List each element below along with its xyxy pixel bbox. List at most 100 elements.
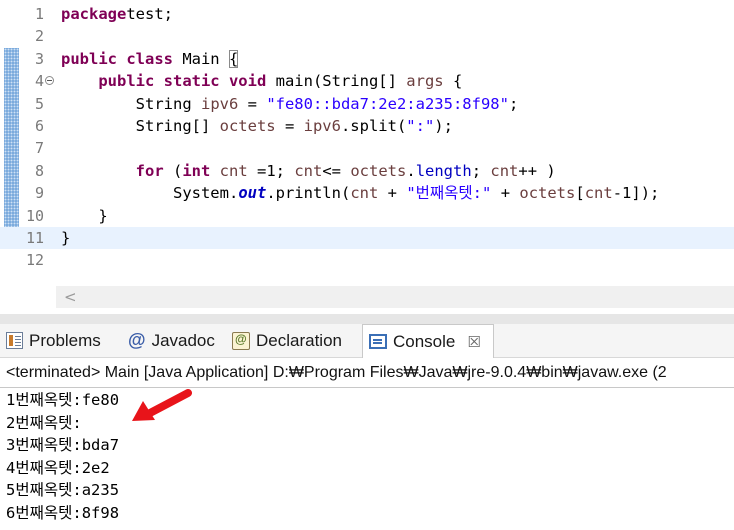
tab-problems-label: Problems bbox=[29, 330, 101, 350]
code-token: for bbox=[135, 161, 164, 180]
horizontal-scrollbar[interactable]: < bbox=[56, 286, 734, 308]
code-line[interactable]: 8 for (int cnt =1; cnt<= octets.length; … bbox=[0, 160, 734, 182]
line-number: 5 bbox=[34, 94, 44, 113]
code-token: cnt bbox=[584, 184, 613, 203]
code-text: } bbox=[61, 227, 70, 249]
code-line[interactable]: 1 packagetest; bbox=[0, 3, 734, 25]
code-token: length bbox=[415, 161, 472, 180]
tab-console-label: Console bbox=[393, 331, 456, 351]
code-token: ++ ) bbox=[518, 161, 556, 180]
code-token: package bbox=[61, 5, 127, 23]
code-line[interactable]: 3 public class Main { bbox=[0, 48, 734, 70]
line-number: 10 bbox=[25, 206, 44, 225]
console-view[interactable]: <terminated> Main [Java Application] D:₩… bbox=[0, 358, 734, 530]
code-token: } bbox=[61, 206, 108, 225]
console-output-line: 2번째옥텟: bbox=[6, 413, 82, 432]
line-number: 2 bbox=[34, 27, 44, 46]
scroll-left-icon[interactable]: < bbox=[64, 286, 77, 308]
code-line[interactable]: 7 bbox=[0, 137, 734, 159]
code-token: + bbox=[378, 184, 407, 203]
tab-console[interactable]: Console ☒ bbox=[362, 324, 494, 358]
code-token: public class bbox=[61, 49, 173, 68]
code-text: System.out.println(cnt + "번째옥텟:" + octet… bbox=[61, 182, 659, 204]
line-number: 6 bbox=[34, 116, 44, 135]
code-token: .println( bbox=[266, 184, 351, 203]
code-token: .split( bbox=[340, 116, 407, 135]
console-output-line: 3번째옥텟:bda7 bbox=[6, 436, 120, 454]
tab-declaration[interactable]: Declaration bbox=[232, 324, 342, 357]
code-token: octets bbox=[350, 161, 407, 180]
code-token: ipv6 bbox=[303, 116, 341, 135]
code-token: System. bbox=[61, 184, 239, 203]
console-icon bbox=[369, 334, 387, 349]
line-number: 11 bbox=[25, 228, 44, 247]
code-editor[interactable]: 1 packagetest; 2 3 public class Main {4 publ… bbox=[0, 0, 734, 314]
line-number: 12 bbox=[25, 251, 44, 270]
code-token: = bbox=[238, 94, 267, 113]
console-output-line: 1번째옥텟:fe80 bbox=[6, 391, 120, 409]
line-number: 4 bbox=[34, 72, 44, 91]
code-token: Main bbox=[172, 49, 229, 68]
code-token: main(String[] bbox=[266, 72, 407, 91]
code-token: cnt bbox=[219, 161, 248, 180]
code-text: String[] octets = ipv6.split(":"); bbox=[61, 115, 453, 137]
code-text: public class Main { bbox=[61, 48, 239, 70]
at-icon: @ bbox=[128, 330, 146, 350]
tab-problems[interactable]: Problems bbox=[6, 324, 101, 357]
code-token: public static void bbox=[98, 72, 267, 91]
code-token: String bbox=[61, 94, 201, 113]
code-token: -1]); bbox=[612, 184, 660, 203]
code-line[interactable]: 10 } bbox=[0, 205, 734, 227]
code-token: "fe80::bda7:2e2:a235:8f98" bbox=[266, 94, 509, 113]
code-token: int bbox=[182, 161, 211, 180]
console-output-line: 6번째옥텟:8f98 bbox=[6, 503, 120, 522]
code-token: ( bbox=[163, 161, 183, 180]
code-line[interactable]: 2 bbox=[0, 25, 734, 47]
code-token: = bbox=[275, 116, 304, 135]
code-token: cnt bbox=[350, 184, 379, 203]
tab-declaration-label: Declaration bbox=[256, 330, 342, 350]
code-token: cnt bbox=[294, 161, 323, 180]
line-number: 3 bbox=[34, 49, 44, 68]
code-token: ; bbox=[508, 94, 519, 113]
fold-collapse-icon[interactable] bbox=[45, 76, 54, 86]
console-status-header: <terminated> Main [Java Application] D:₩… bbox=[6, 364, 667, 381]
tab-javadoc[interactable]: @ Javadoc bbox=[128, 324, 215, 357]
red-arrow-annotation bbox=[132, 389, 192, 421]
code-line[interactable]: 4 public static void main(String[] args … bbox=[0, 70, 734, 92]
code-text: public static void main(String[] args { bbox=[61, 70, 462, 92]
code-line[interactable]: 9 System.out.println(cnt + "번째옥텟:" + oct… bbox=[0, 182, 734, 204]
line-number: 7 bbox=[34, 139, 44, 158]
code-line[interactable]: 5 String ipv6 = "fe80::bda7:2e2:a235:8f9… bbox=[0, 93, 734, 115]
code-token: cnt bbox=[490, 161, 519, 180]
code-line[interactable]: 11} bbox=[0, 226, 734, 250]
code-line[interactable]: 6 String[] octets = ipv6.split(":"); bbox=[0, 115, 734, 137]
code-token: test; bbox=[126, 5, 173, 23]
code-lines: 1 packagetest; 2 3 public class Main {4 publ… bbox=[0, 3, 734, 272]
console-output[interactable]: 1번째옥텟:fe80 2번째옥텟: 3번째옥텟:bda7 4번째옥텟:2e2 5번째옥텟… bbox=[6, 389, 119, 524]
code-line[interactable]: 12 bbox=[0, 249, 734, 271]
code-token: ipv6 bbox=[200, 94, 239, 113]
code-token: octets bbox=[519, 184, 576, 203]
code-token: } bbox=[61, 228, 71, 247]
code-token: { bbox=[443, 72, 463, 91]
code-token: { bbox=[228, 49, 239, 68]
code-token: . bbox=[406, 161, 416, 180]
code-token: "번째옥텟:" bbox=[406, 184, 492, 203]
code-token: =1; bbox=[247, 161, 295, 180]
code-token: octets bbox=[219, 116, 276, 135]
code-token: <= bbox=[322, 161, 351, 180]
code-text: } bbox=[61, 205, 108, 227]
code-token: [ bbox=[575, 184, 585, 203]
code-token: ); bbox=[434, 116, 453, 135]
code-text: for (int cnt =1; cnt<= octets.length; cn… bbox=[61, 160, 556, 182]
code-token: args bbox=[406, 72, 444, 91]
code-token: ; bbox=[471, 161, 491, 180]
console-divider bbox=[0, 387, 734, 388]
close-icon[interactable]: ☒ bbox=[467, 333, 480, 351]
console-output-line: 4번째옥텟:2e2 bbox=[6, 458, 110, 477]
pane-separator[interactable] bbox=[0, 314, 734, 324]
